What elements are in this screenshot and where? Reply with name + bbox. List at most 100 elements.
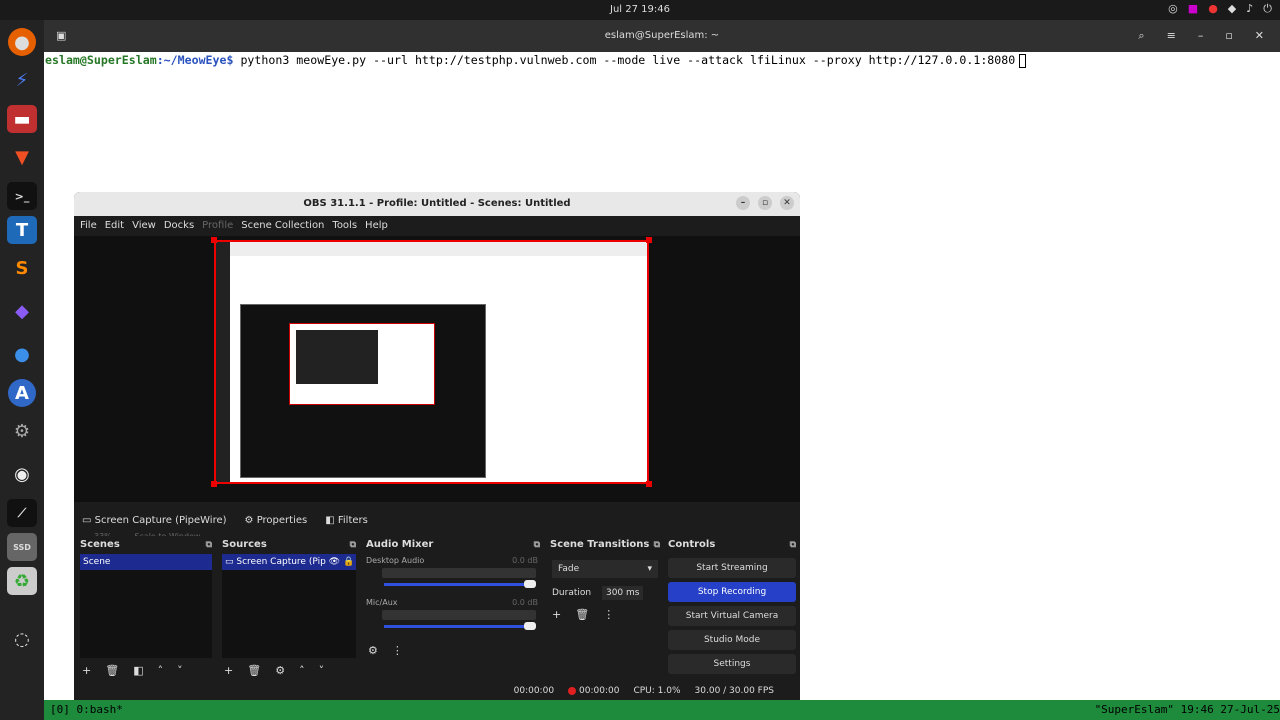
preview-nested-canvas xyxy=(289,323,435,405)
volume-icon[interactable]: ♪ xyxy=(1246,2,1253,16)
show-apps-icon[interactable]: ◌ xyxy=(7,621,37,658)
scene-item[interactable]: Scene xyxy=(80,554,212,570)
sources-title: Sources xyxy=(222,539,267,550)
menu-icon[interactable]: ≡ xyxy=(1167,20,1176,52)
audio-mixer-panel: Audio Mixer ⧉ Desktop Audio 0.0 dB Mic/Au… xyxy=(364,536,542,682)
controls-undock-icon[interactable]: ⧉ xyxy=(790,536,796,554)
resize-handle-br[interactable] xyxy=(646,481,652,487)
fps-readout: 30.00 / 30.00 FPS xyxy=(694,686,774,696)
transition-menu-icon[interactable]: ⋮ xyxy=(603,608,614,621)
studio-mode-button[interactable]: Studio Mode xyxy=(668,630,796,650)
mixer-menu-icon[interactable]: ⋮ xyxy=(392,644,403,657)
source-item[interactable]: ▭ Screen Capture (Pip 👁 🔒 xyxy=(222,554,356,570)
text-editor-icon[interactable]: T xyxy=(7,216,37,244)
add-transition-icon[interactable]: + xyxy=(552,608,561,621)
add-scene-icon[interactable]: + xyxy=(82,664,91,677)
duration-field[interactable]: 300 ms xyxy=(601,586,644,600)
properties-button[interactable]: ⚙ Properties xyxy=(245,515,308,526)
scene-filters-icon[interactable]: ◧ xyxy=(133,664,143,677)
brave-icon[interactable]: ▼ xyxy=(7,139,37,176)
settings-button[interactable]: Settings xyxy=(668,654,796,674)
system-monitor-icon[interactable]: ⟋ xyxy=(7,499,37,527)
app-center-icon[interactable]: A xyxy=(8,379,36,407)
filters-button[interactable]: ◧ Filters xyxy=(325,515,368,526)
power-icon[interactable]: ⏻ xyxy=(1263,2,1272,16)
system-tray[interactable]: ◎ ■ ● ◆ ♪ ⏻ xyxy=(1168,2,1272,16)
move-up-icon[interactable]: ˄ xyxy=(158,664,164,677)
rec-time: 00:00:00 xyxy=(579,686,620,696)
settings-icon[interactable]: ⚙ xyxy=(7,413,37,450)
menu-scene-collection[interactable]: Scene Collection xyxy=(241,216,324,236)
accessibility-icon[interactable]: ◎ xyxy=(1168,2,1178,16)
obs-window[interactable]: OBS 31.1.1 - Profile: Untitled - Scenes:… xyxy=(74,192,800,700)
menu-view[interactable]: View xyxy=(132,216,156,236)
menu-edit[interactable]: Edit xyxy=(105,216,124,236)
transitions-title: Scene Transitions xyxy=(550,539,650,550)
obs-close-icon[interactable]: ✕ xyxy=(780,196,794,210)
source-down-icon[interactable]: ˅ xyxy=(319,664,325,677)
menu-help[interactable]: Help xyxy=(365,216,388,236)
channel-name: Mic/Aux xyxy=(366,598,398,607)
clock[interactable]: Jul 27 19:46 xyxy=(0,4,1280,15)
obs-icon[interactable]: ◉ xyxy=(7,456,37,493)
terminal-icon[interactable]: >_ xyxy=(7,182,37,210)
scenes-undock-icon[interactable]: ⧉ xyxy=(206,536,212,554)
transitions-undock-icon[interactable]: ⧉ xyxy=(654,536,660,554)
scenes-title: Scenes xyxy=(80,539,120,550)
obsidian-icon[interactable]: ◆ xyxy=(7,293,37,330)
sources-list[interactable]: ▭ Screen Capture (Pip 👁 🔒 xyxy=(222,554,356,658)
obs-minimize-icon[interactable]: – xyxy=(736,196,750,210)
maximize-icon[interactable]: ▫ xyxy=(1225,20,1232,52)
visibility-eye-icon[interactable]: 👁 xyxy=(329,557,340,567)
source-up-icon[interactable]: ˄ xyxy=(299,664,305,677)
transition-select[interactable]: Fade ▾ xyxy=(552,560,658,578)
volume-slider[interactable] xyxy=(384,622,536,630)
resize-handle-tl[interactable] xyxy=(211,237,217,243)
menu-file[interactable]: File xyxy=(80,216,97,236)
menu-profile[interactable]: Profile xyxy=(202,216,233,236)
recording-indicator-icon[interactable]: ■ xyxy=(1188,2,1198,16)
close-icon[interactable]: ✕ xyxy=(1255,20,1264,52)
remove-source-icon[interactable]: 🗑 xyxy=(247,664,261,677)
lock-icon[interactable]: 🔒 xyxy=(343,557,354,567)
obs-maximize-icon[interactable]: ▫ xyxy=(758,196,772,210)
move-down-icon[interactable]: ˅ xyxy=(177,664,183,677)
obs-preview[interactable]: 33% Scale to Window xyxy=(74,236,800,541)
menu-docks[interactable]: Docks xyxy=(164,216,194,236)
minimize-icon[interactable]: – xyxy=(1198,20,1204,52)
sublime-icon[interactable]: S xyxy=(7,250,37,287)
search-icon[interactable]: ⌕ xyxy=(1138,20,1144,52)
obs-docks: Scenes ⧉ Scene + 🗑 ◧ ˄ ˅ Sources ⧉ ▭ Scree… xyxy=(78,536,798,682)
mic-icon[interactable]: ● xyxy=(1208,2,1218,16)
add-source-icon[interactable]: + xyxy=(224,664,233,677)
preview-canvas[interactable] xyxy=(214,240,649,484)
start-virtual-camera-button[interactable]: Start Virtual Camera xyxy=(668,606,796,626)
menu-tools[interactable]: Tools xyxy=(332,216,357,236)
source-properties-icon[interactable]: ⚙ xyxy=(275,664,285,677)
duration-row: Duration 300 ms xyxy=(548,584,662,602)
thunderbird-icon[interactable]: ● xyxy=(7,336,37,373)
mixer-undock-icon[interactable]: ⧉ xyxy=(534,536,540,554)
new-tab-icon[interactable]: ▣ xyxy=(56,20,66,52)
network-icon[interactable]: ◆ xyxy=(1228,2,1236,16)
disk-icon[interactable]: SSD xyxy=(7,533,37,561)
channel-name: Desktop Audio xyxy=(366,556,425,565)
volume-knob[interactable] xyxy=(524,580,536,588)
app-dock: ● ⚡ ▬ ▼ >_ T S ◆ ● A ⚙ ◉ ⟋ SSD ♻ ◌ xyxy=(0,20,44,720)
chevron-down-icon: ▾ xyxy=(647,564,652,574)
mixer-settings-icon[interactable]: ⚙ xyxy=(368,644,378,657)
start-streaming-button[interactable]: Start Streaming xyxy=(668,558,796,578)
resize-handle-bl[interactable] xyxy=(211,481,217,487)
resize-handle-tr[interactable] xyxy=(646,237,652,243)
sources-undock-icon[interactable]: ⧉ xyxy=(350,536,356,554)
lightning-app-icon[interactable]: ⚡ xyxy=(7,62,37,99)
trash-icon[interactable]: ♻ xyxy=(7,567,37,595)
firefox-icon[interactable]: ● xyxy=(8,28,36,56)
stop-recording-button[interactable]: Stop Recording xyxy=(668,582,796,602)
scenes-list[interactable]: Scene xyxy=(80,554,212,658)
files-app-icon[interactable]: ▬ xyxy=(7,105,37,133)
volume-knob[interactable] xyxy=(524,622,536,630)
volume-slider[interactable] xyxy=(384,580,536,588)
remove-scene-icon[interactable]: 🗑 xyxy=(105,664,119,677)
remove-transition-icon[interactable]: 🗑 xyxy=(575,608,589,621)
